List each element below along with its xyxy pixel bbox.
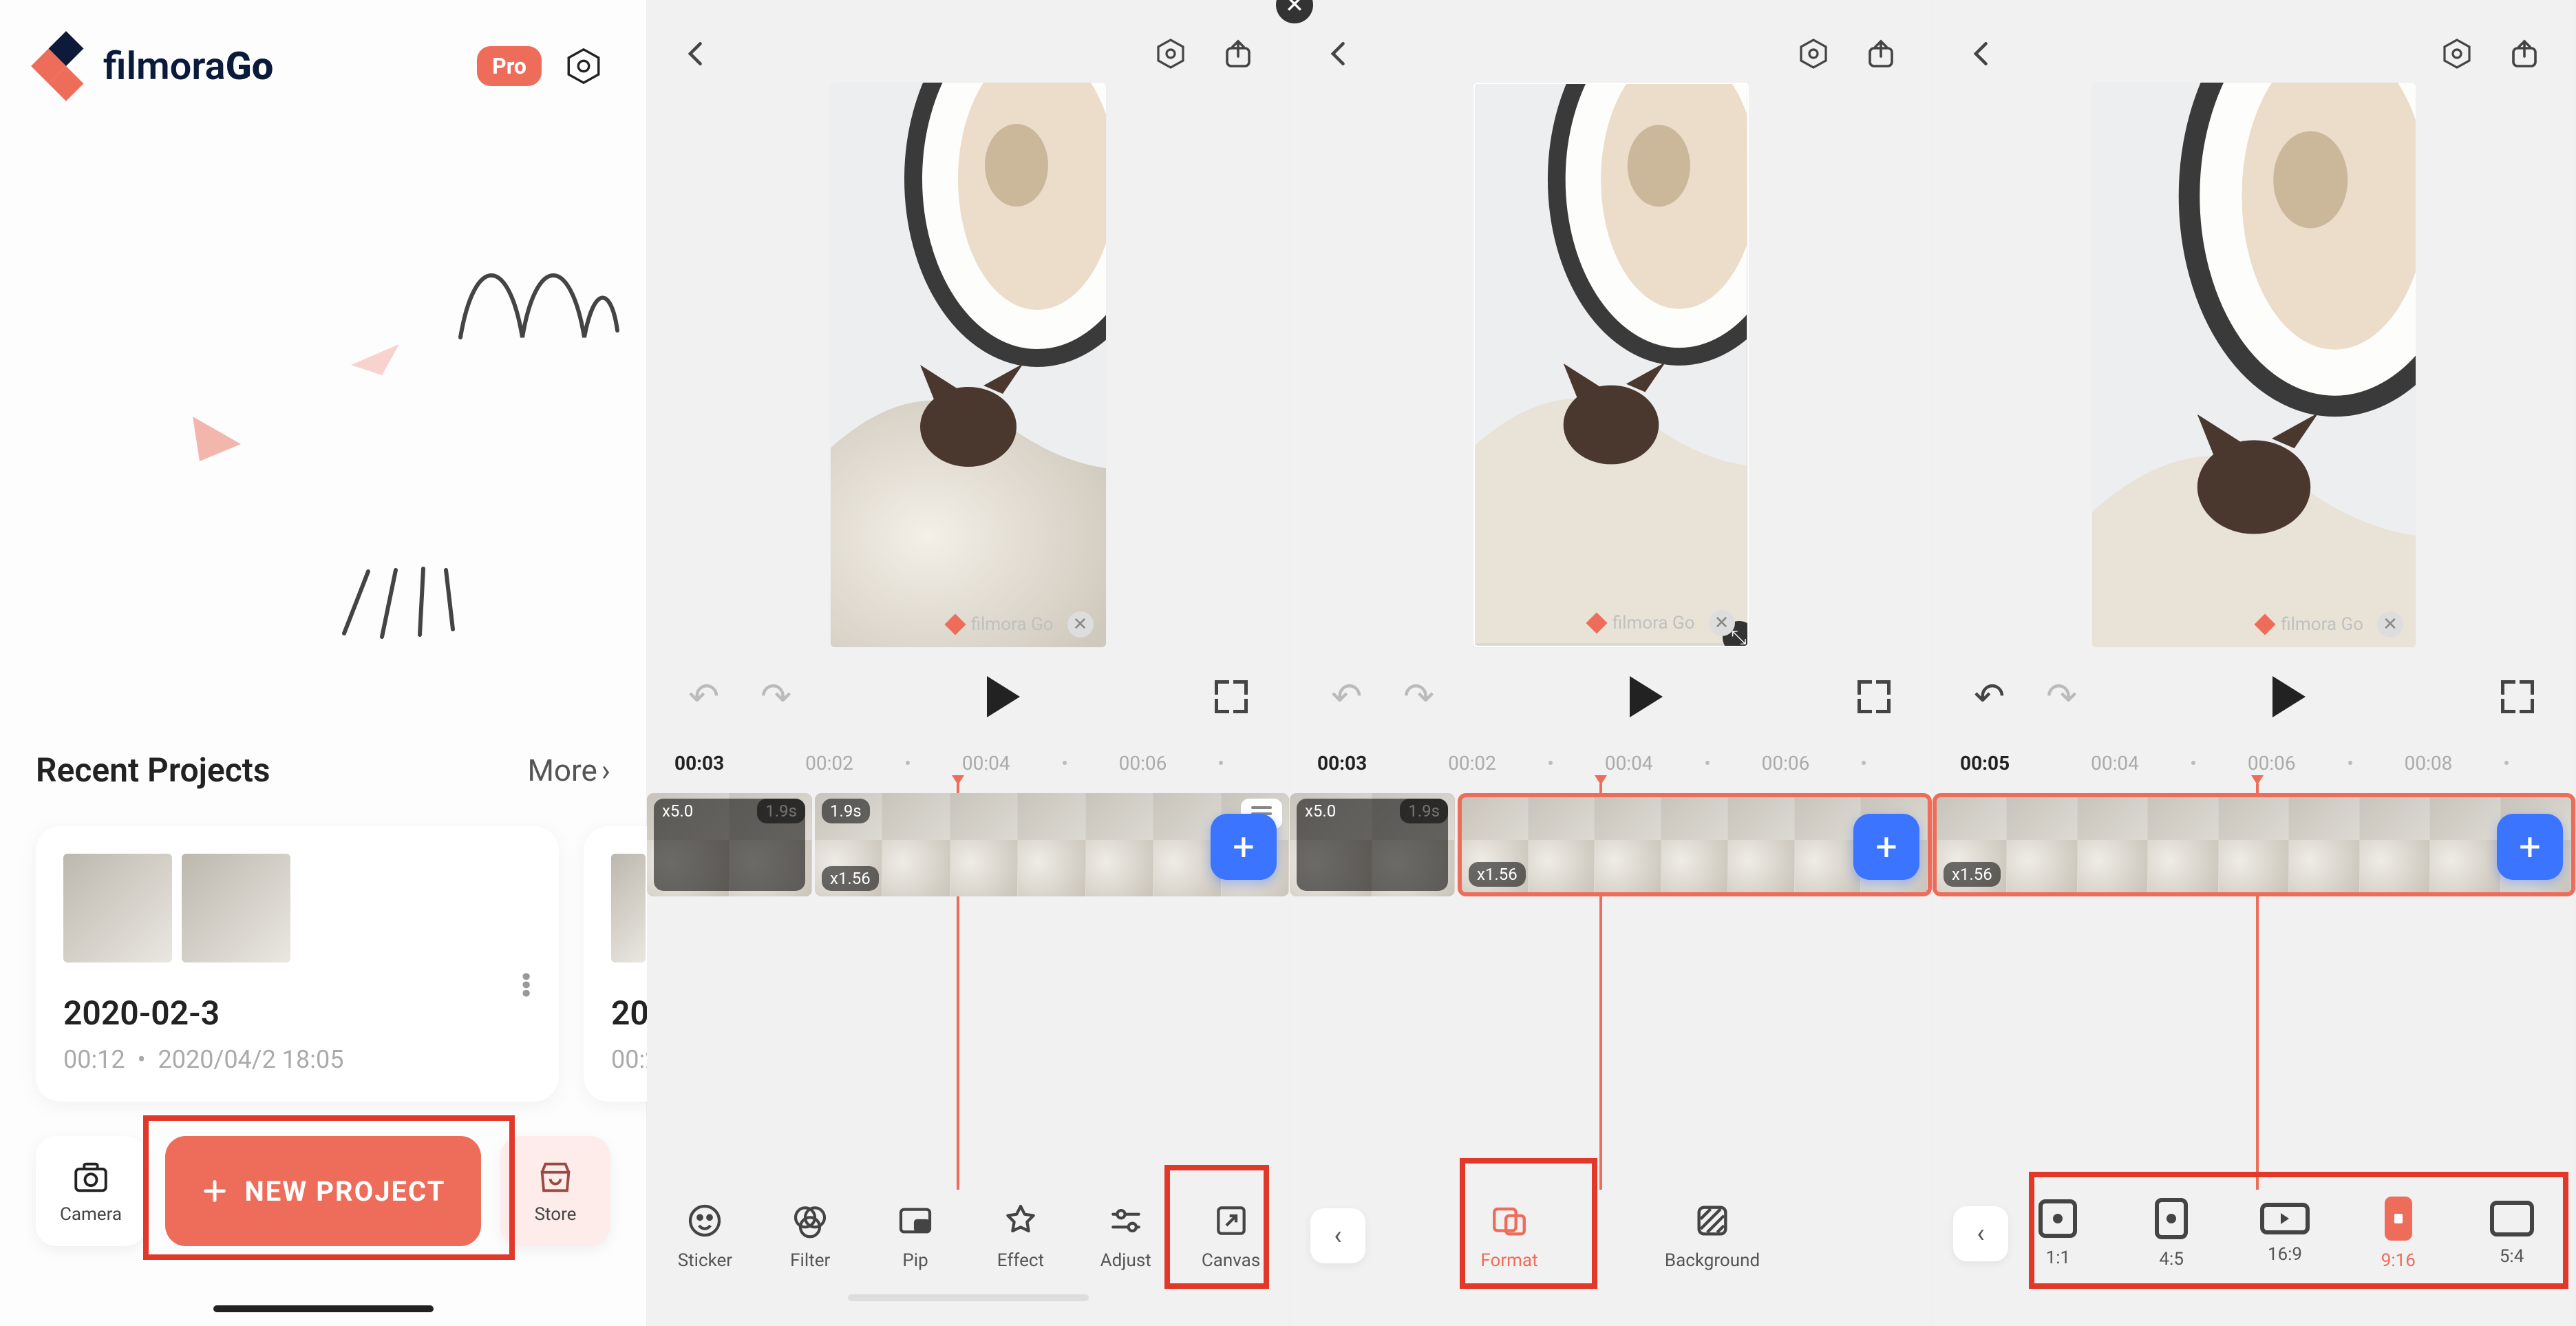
back-icon[interactable] [1324, 39, 1354, 72]
clip[interactable]: 1.9s x5.0 [1290, 793, 1455, 896]
home-indicator [213, 1305, 434, 1312]
tool-effect[interactable]: Effect [974, 1201, 1067, 1271]
store-label: Store [535, 1204, 577, 1225]
editor-screen-canvas: ✕ ⤡ filmora Go✕ ↶↶ 0 [1290, 0, 1933, 1326]
canvas-substrip: ‹ Format Background [1290, 1201, 1932, 1271]
project-thumbnails [63, 854, 531, 962]
settings-hex-icon[interactable] [1154, 37, 1187, 73]
watermark-close-icon[interactable]: ✕ [2377, 611, 2403, 638]
play-button[interactable] [1630, 676, 1663, 717]
aspect-5-4[interactable]: 5:4 [2465, 1201, 2558, 1267]
video-preview[interactable]: filmora Go✕ [2092, 83, 2416, 647]
current-time: 00:05 [1960, 752, 2010, 775]
add-clip-button[interactable]: + [1853, 814, 1919, 880]
back-icon[interactable] [681, 39, 712, 72]
new-project-button[interactable]: NEW PROJECT [165, 1136, 481, 1246]
undo-icon[interactable]: ↶ [1974, 675, 2005, 719]
timeline-ruler[interactable]: 00:05 00:04 00:06 00:08 [1933, 746, 2575, 779]
project-menu-icon[interactable]: ••• [506, 971, 545, 996]
settings-hex-icon[interactable] [1797, 37, 1830, 73]
redo-icon[interactable]: ↶ [2046, 675, 2077, 719]
project-card[interactable]: 2020-02-3 00:12 • 2020/04/2 18:05 ••• [36, 826, 559, 1102]
camera-label: Camera [60, 1204, 122, 1225]
add-clip-button[interactable]: + [1211, 814, 1277, 880]
undo-icon[interactable]: ↶ [688, 675, 719, 719]
aspect-16-9[interactable]: 16:9 [2238, 1203, 2331, 1265]
camera-button[interactable]: Camera [36, 1136, 146, 1246]
redo-icon[interactable]: ↶ [760, 675, 791, 719]
export-icon[interactable] [1864, 37, 1897, 73]
tool-background[interactable]: Background [1666, 1201, 1759, 1271]
recent-projects-title: Recent Projects [36, 750, 270, 790]
back-icon[interactable] [1967, 39, 1997, 72]
redo-icon[interactable]: ↶ [1403, 675, 1434, 719]
timeline[interactable]: x1.56 + [1933, 793, 2575, 901]
project-name: 2020-02-3 [63, 993, 531, 1033]
current-time: 00:03 [1317, 752, 1367, 775]
add-clip-button[interactable]: + [2497, 814, 2563, 880]
play-button[interactable] [2272, 676, 2306, 717]
project-meta: 00:12 • 2020/04/2 18:05 [63, 1045, 531, 1074]
store-button[interactable]: Store [500, 1136, 610, 1246]
tool-pip[interactable]: Pip [869, 1201, 962, 1271]
fullscreen-icon[interactable] [2501, 680, 2534, 713]
tool-canvas[interactable]: Canvas [1184, 1201, 1277, 1271]
tool-format[interactable]: Format [1463, 1201, 1556, 1271]
aspect-1-1[interactable]: 1:1 [2012, 1199, 2105, 1268]
toolstrip-back-icon[interactable]: ‹ [1310, 1208, 1365, 1263]
tool-sticker[interactable]: Sticker [659, 1201, 752, 1271]
watermark: filmora Go✕ [2257, 611, 2403, 638]
settings-icon[interactable] [562, 45, 605, 87]
watermark-close-icon[interactable]: ✕ [1067, 611, 1094, 638]
decorative-doodles [0, 158, 646, 723]
timeline-ruler[interactable]: 00:03 00:02 00:04 00:06 [1290, 746, 1932, 779]
watermark: filmora Go✕ [1589, 610, 1735, 636]
timeline-ruler[interactable]: 00:03 00:02 00:04 00:06 [647, 746, 1289, 779]
more-link[interactable]: More› [527, 753, 610, 788]
app-logo: filmoraGo [41, 41, 273, 91]
aspect-4-5[interactable]: 4:5 [2125, 1198, 2218, 1270]
watermark-close-icon[interactable]: ✕ [1709, 610, 1735, 636]
video-preview[interactable]: filmora Go✕ [831, 83, 1106, 647]
export-icon[interactable] [2508, 37, 2541, 73]
export-icon[interactable] [1222, 37, 1255, 73]
editor-screen-format: ✕ filmora Go✕ ↶↶ 00:05 00 [1933, 0, 2576, 1326]
chevron-right-icon: › [602, 753, 610, 788]
clip-selected[interactable]: x1.56 [1933, 793, 2575, 896]
timeline[interactable]: 1.9s x5.0 x1.56 + [1290, 793, 1932, 901]
undo-icon[interactable]: ↶ [1331, 675, 1362, 719]
aspect-ratio-strip: ‹ 1:1 4:5 16:9 9:16 5:4 [1933, 1197, 2575, 1271]
scroll-indicator [848, 1294, 1089, 1301]
tool-filter[interactable]: Filter [764, 1201, 857, 1271]
settings-hex-icon[interactable] [2440, 37, 2473, 73]
current-time: 00:03 [674, 752, 724, 775]
clip[interactable]: 1.9s x5.0 [647, 793, 812, 896]
tool-strip: Sticker Filter Pip Effect Adjust Canvas [647, 1201, 1289, 1271]
home-screen: filmoraGo Pro Recent Projects More› 2020… [0, 0, 647, 1326]
toolstrip-back-icon[interactable]: ‹ [1953, 1206, 2008, 1261]
fullscreen-icon[interactable] [1215, 680, 1248, 713]
watermark: filmora Go✕ [948, 611, 1094, 638]
tool-adjust[interactable]: Adjust [1079, 1201, 1172, 1271]
editor-screen-tools: filmora Go✕ ↶ ↶ 00:03 00:02 00:04 00:06 … [647, 0, 1290, 1326]
aspect-9-16[interactable]: 9:16 [2352, 1197, 2445, 1271]
pro-badge[interactable]: Pro [477, 46, 542, 86]
timeline[interactable]: 1.9s x5.0 1.9s x1.56 + [647, 793, 1289, 901]
video-preview-selected[interactable]: ⤡ filmora Go✕ [1473, 83, 1749, 647]
play-button[interactable] [987, 676, 1020, 717]
fullscreen-icon[interactable] [1858, 680, 1891, 713]
